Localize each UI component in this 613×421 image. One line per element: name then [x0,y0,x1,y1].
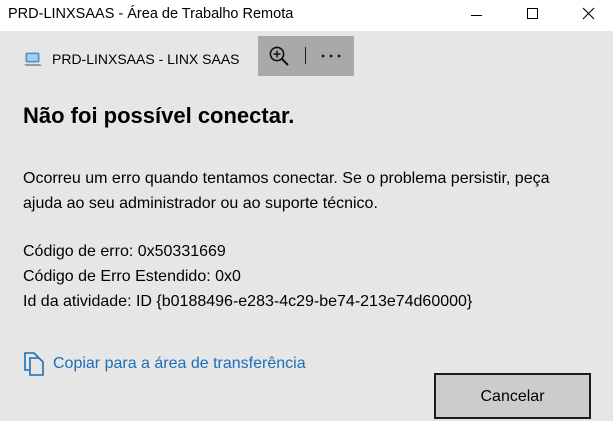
window-titlebar[interactable]: PRD-LINXSAAS - Área de Trabalho Remota [0,0,613,31]
copy-to-clipboard-link[interactable]: Copiar para a área de transferência [23,350,306,378]
window-title: PRD-LINXSAAS - Área de Trabalho Remota [8,6,294,22]
minimize-button[interactable] [453,0,499,31]
error-details: Código de erro: 0x50331669 Código de Err… [23,239,472,314]
computer-icon [24,52,42,66]
copy-icon [24,352,44,376]
cancel-button[interactable]: Cancelar [434,373,591,419]
extended-error-code: Código de Erro Estendido: 0x0 [23,268,241,285]
connection-header: PRD-LINXSAAS - LINX SAAS [23,48,240,70]
minimize-icon [471,15,482,16]
close-icon [582,7,595,20]
copy-link-label[interactable]: Copiar para a área de transferência [53,355,306,373]
toolbar-divider [305,47,306,64]
error-message: Ocorreu um erro quando tentamos conectar… [23,170,550,212]
close-button[interactable] [565,0,611,31]
session-toolbar [258,36,354,76]
zoom-in-icon[interactable] [268,45,290,67]
connection-name: PRD-LINXSAAS - LINX SAAS [52,51,240,67]
error-code: Código de erro: 0x50331669 [23,243,226,260]
more-icon[interactable] [318,46,344,66]
maximize-icon [527,8,538,19]
maximize-button[interactable] [509,0,555,31]
activity-id: Id da atividade: ID {b0188496-e283-4c29-… [23,293,473,310]
error-heading: Não foi possível conectar. [23,103,295,128]
